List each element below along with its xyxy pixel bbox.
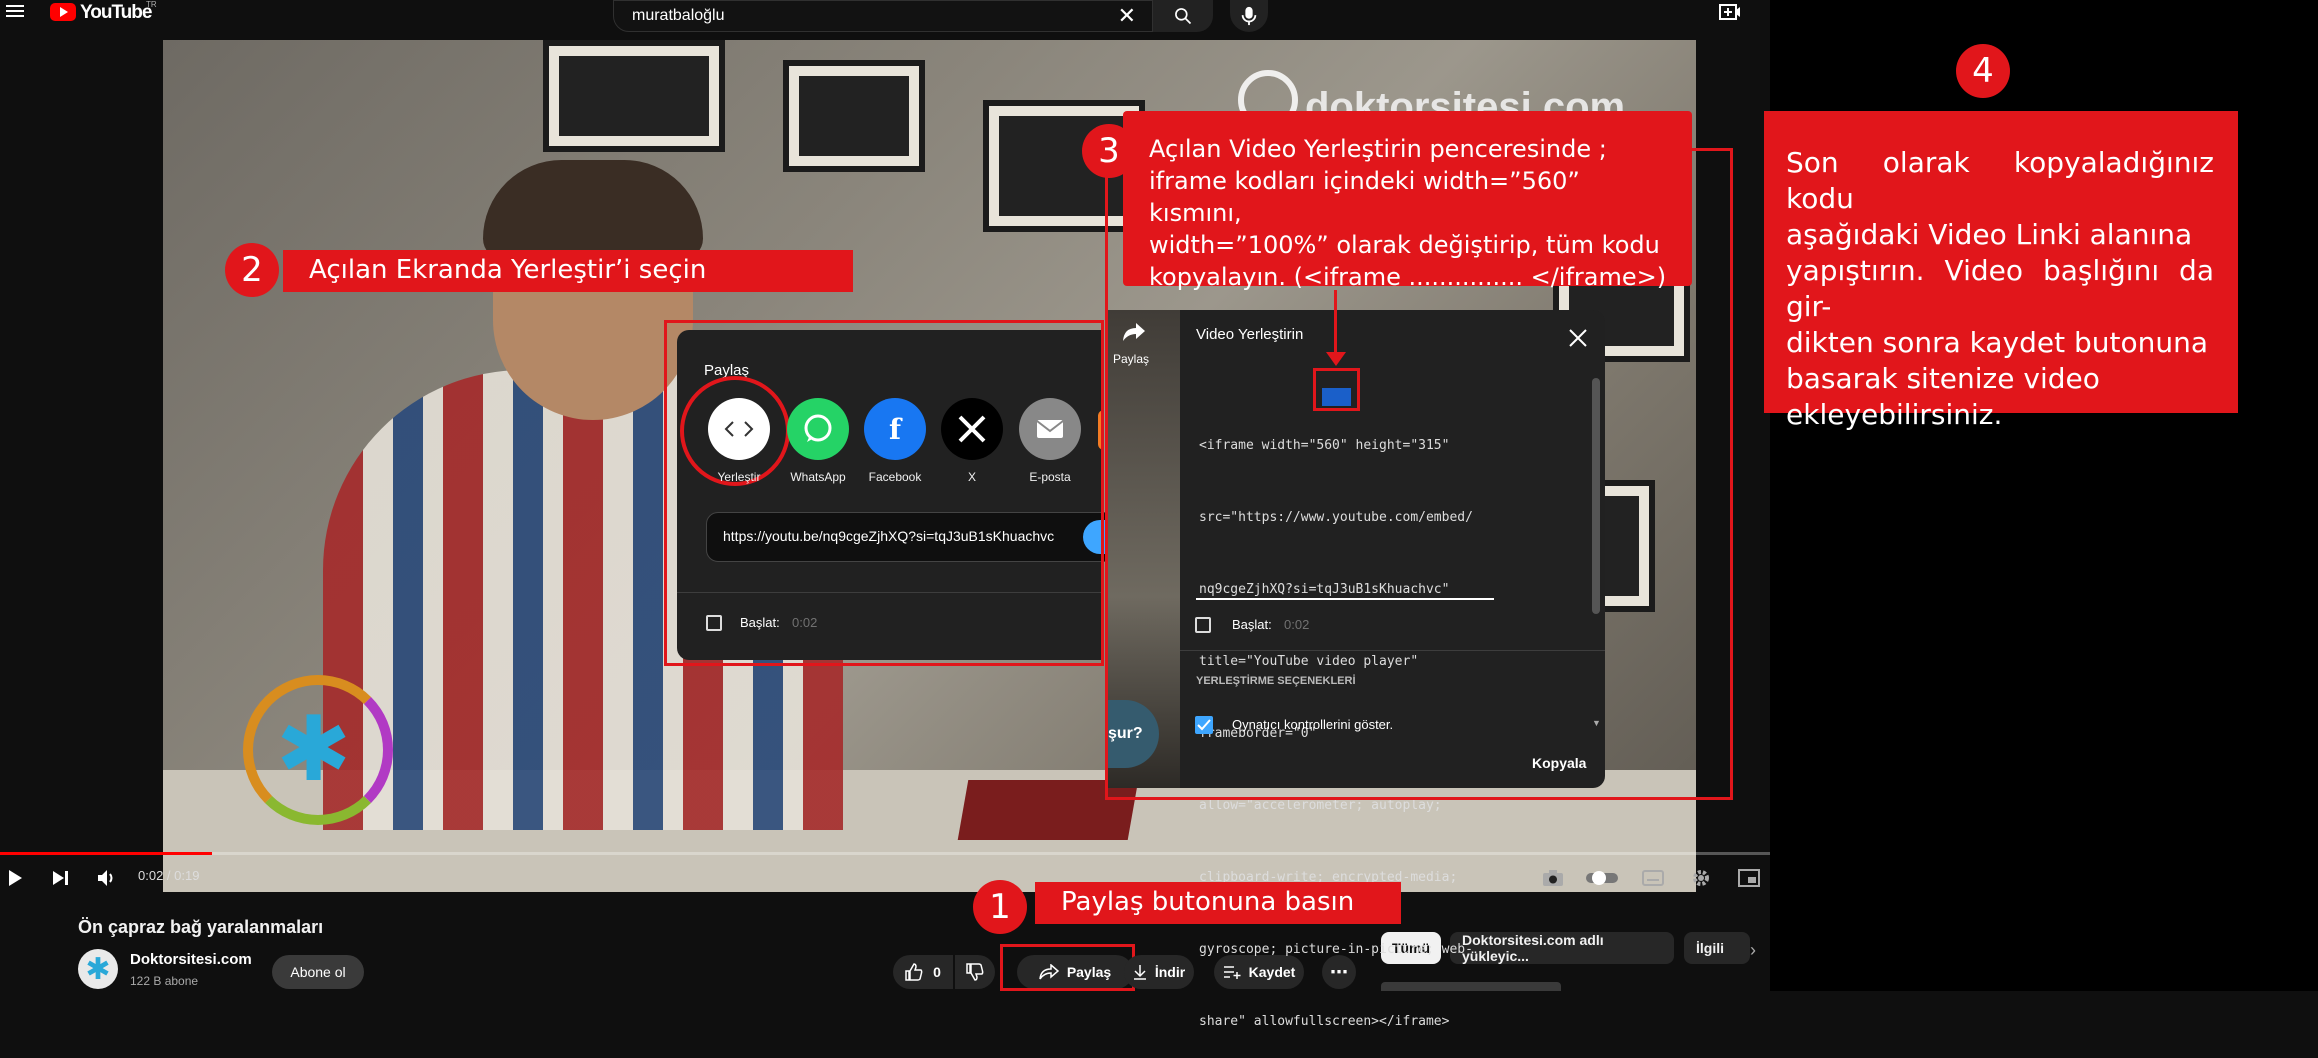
step-2-number: 2 [225,243,279,297]
share-button-highlight [1000,944,1135,991]
step-1-note: Paylaş butonuna basın [1035,882,1401,924]
code-line: gyroscope; picture-in-picture; web- [1199,942,1473,957]
like-count: 0 [933,964,941,980]
asterisk-logo-icon: ✱ [276,700,352,800]
step-4-number: 4 [1956,44,2010,98]
create-video-icon [1719,4,1740,20]
step-4-line: basarak sitenize video [1786,362,2100,395]
step-3-line: width=”100%” olarak değiştirip, tüm kodu [1149,231,1660,259]
clear-search-icon[interactable]: ✕ [1118,3,1136,29]
next-button[interactable] [46,858,76,898]
subscriber-count: 122 B abone [130,974,199,988]
create-button[interactable] [1717,1,1743,25]
settings-button[interactable] [1686,858,1716,898]
step-3-note: Açılan Video Yerleştirin penceresinde ; … [1123,111,1692,291]
chip-related[interactable]: İlgili [1684,932,1750,964]
step-2-note: Açılan Ekranda Yerleştir’i seçin [283,250,853,292]
download-button[interactable]: İndir [1124,955,1194,989]
step-1-number: 1 [973,880,1027,934]
mic-icon [1241,6,1257,26]
wall-frame [783,60,925,172]
subtitles-icon [1642,870,1664,886]
step-4-line: ekleyebilirsiniz. [1786,398,2003,431]
download-label: İndir [1154,964,1186,980]
youtube-logo-text[interactable]: YouTube [80,2,152,24]
subtitles-button[interactable] [1638,858,1668,898]
step-4-note: Son olarak kopyaladığınız kodu aşağıdaki… [1764,111,2238,431]
menu-icon[interactable] [6,2,24,20]
play-icon [9,870,22,886]
youtube-logo-icon[interactable] [50,3,76,21]
next-icon [53,871,68,885]
volume-button[interactable] [92,858,122,898]
chips-next-icon[interactable]: › [1750,940,1756,961]
share-dialog-highlight [664,320,1104,666]
step-3-line: kopyalayın. (<iframe ............... </i… [1149,263,1667,291]
logo-region: TR [146,0,157,9]
volume-icon [98,870,113,886]
search-button[interactable] [1153,0,1213,32]
step-4-line: aşağıdaki Video Linki alanına [1786,218,2193,251]
play-button[interactable] [0,858,30,898]
step-4-line: yapıştırın. Video başlığını da gir- [1786,254,2214,323]
time-display: 0:02 / 0:19 [138,868,200,883]
subscribe-button[interactable]: Abone ol [272,955,364,989]
top-bar: YouTube TR ✕ [0,0,1770,38]
search-box[interactable]: ✕ [613,0,1153,32]
progress-bar-fill [0,852,213,855]
asterisk-icon: ✱ [85,952,111,986]
step-3-line: iframe kodları içindeki width=”560” kısm… [1149,167,1580,227]
gear-icon [1693,870,1709,886]
dislike-button[interactable] [955,955,995,989]
code-line: share" allowfullscreen></iframe> [1199,1014,1450,1029]
search-icon [1175,8,1192,25]
thumbs-down-icon [966,963,984,981]
step-4-line: dikten sonra kaydet butonuna [1786,326,2209,359]
voice-search-button[interactable] [1230,0,1268,32]
search-input[interactable] [630,6,1104,26]
step-3-line: Açılan Video Yerleştirin penceresinde ; [1149,135,1607,163]
miniplayer-icon [1738,869,1760,887]
channel-name[interactable]: Doktorsitesi.com [130,951,252,968]
step-4-line: Son olarak kopyaladığınız kodu [1786,146,2214,215]
thumbs-up-icon [905,963,923,981]
person-hair [483,160,703,260]
wall-frame [543,40,725,152]
channel-avatar[interactable]: ✱ [78,949,118,989]
like-button[interactable]: 0 [893,955,953,989]
download-icon [1133,965,1146,980]
video-title: Ön çapraz bağ yaralanmaları [78,917,324,937]
miniplayer-button[interactable] [1734,858,1764,898]
